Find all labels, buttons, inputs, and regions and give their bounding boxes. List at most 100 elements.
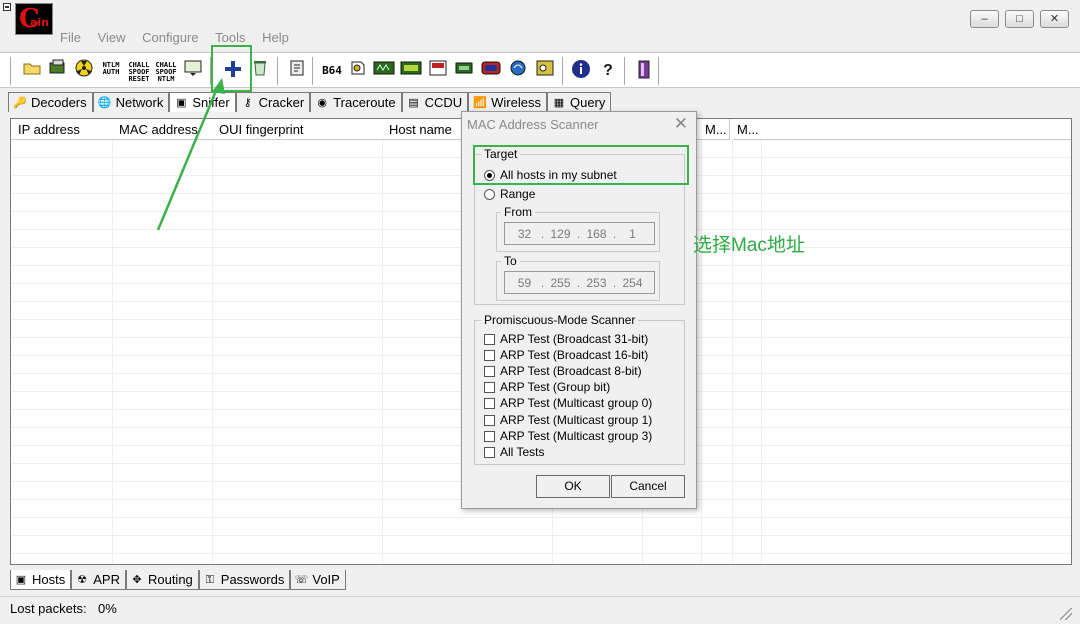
checkbox-icon	[484, 397, 495, 409]
tab-routing[interactable]: ✥ Routing	[125, 570, 199, 590]
start-apr-icon[interactable]	[72, 59, 96, 83]
tab-apr[interactable]: ☢ APR	[71, 570, 126, 590]
ntlm-auth-icon[interactable]: NTLM AUTH	[99, 59, 123, 83]
lsa-secrets-icon[interactable]	[346, 59, 370, 83]
ip-octet: 255	[550, 275, 571, 290]
rdp-icon[interactable]	[399, 59, 423, 83]
tab-label: Network	[115, 95, 164, 110]
ccdu-icon: ▤	[408, 96, 419, 109]
tab-hosts[interactable]: ▣ Hosts	[10, 570, 72, 590]
chall-spoof-reset-icon[interactable]: CHALL SPOOF RESET	[127, 59, 151, 83]
network-card-icon[interactable]	[452, 59, 476, 83]
open-folder-icon[interactable]	[20, 59, 44, 83]
all-tests-checkbox[interactable]: All Tests	[484, 445, 544, 459]
to-label: To	[501, 254, 520, 268]
ip-octet: 253	[586, 275, 607, 290]
resize-grip-icon[interactable]	[1060, 608, 1072, 620]
minimize-button[interactable]: ‒	[970, 10, 999, 28]
tab-label: Wireless	[491, 95, 541, 110]
help-icon[interactable]: ?	[596, 59, 620, 83]
checkbox-icon	[484, 381, 495, 393]
lost-packets-label: Lost packets:	[10, 601, 87, 616]
base64-icon[interactable]: B64	[320, 59, 344, 83]
lost-packets-value: 0%	[98, 601, 117, 616]
tab-label: APR	[93, 572, 120, 587]
menu-file[interactable]: File	[60, 30, 81, 45]
password-icon[interactable]	[533, 59, 557, 83]
grid-line	[701, 140, 702, 564]
tab-network[interactable]: 🌐 Network	[92, 92, 170, 112]
chall-spoof-ntlm-icon[interactable]: CHALL SPOOF NTLM	[154, 59, 178, 83]
arp-test-broadcast-8-checkbox[interactable]: ARP Test (Broadcast 8-bit)	[484, 364, 642, 378]
ip-octet: 168	[586, 226, 607, 241]
system-menu-icon[interactable]	[3, 3, 11, 11]
range-radio[interactable]: Range	[484, 187, 535, 201]
toolbar-separator	[658, 57, 660, 85]
status-bar: Lost packets: 0%	[0, 596, 1080, 624]
ip-octet: 1	[629, 226, 636, 241]
tab-ccdu[interactable]: ▤ CCDU	[401, 92, 469, 112]
tab-traceroute[interactable]: ◉ Traceroute	[310, 92, 402, 112]
column-mac-address[interactable]: MAC address	[112, 119, 213, 140]
sniffer-icon: ▣	[176, 96, 187, 109]
grid-line	[11, 535, 1071, 536]
test-label: All Tests	[500, 445, 545, 459]
grid-line	[212, 140, 213, 564]
maximize-button[interactable]: □	[1005, 10, 1034, 28]
arp-test-broadcast-31-checkbox[interactable]: ARP Test (Broadcast 31-bit)	[484, 332, 648, 346]
ok-button[interactable]: OK	[536, 475, 610, 498]
menu-view[interactable]: View	[98, 30, 126, 45]
checkbox-icon	[484, 430, 495, 442]
ip-octet: 254	[622, 275, 643, 290]
column-ip-address[interactable]: IP address	[11, 119, 113, 140]
column-m1[interactable]: M...	[701, 119, 730, 140]
menu-help[interactable]: Help	[262, 30, 289, 45]
tab-label: VoIP	[312, 572, 340, 587]
ip-octet: 32	[517, 226, 532, 241]
exit-icon[interactable]	[632, 59, 656, 83]
arp-test-multicast-3-checkbox[interactable]: ARP Test (Multicast group 3)	[484, 429, 652, 443]
arp-test-group-bit-checkbox[interactable]: ARP Test (Group bit)	[484, 380, 610, 394]
cancel-button[interactable]: Cancel	[611, 475, 685, 498]
tab-label: Passwords	[220, 572, 285, 587]
from-ip-field: 32. 129. 168. 1	[504, 222, 655, 245]
tab-query[interactable]: ▦ Query	[546, 92, 612, 112]
checkbox-icon	[484, 365, 495, 377]
dialup-icon[interactable]	[372, 59, 396, 83]
from-group: From 32. 129. 168. 1	[496, 205, 660, 252]
tab-label: Traceroute	[333, 95, 396, 110]
promiscuous-group-title: Promiscuous-Mode Scanner	[481, 313, 639, 327]
tab-label: Cracker	[258, 95, 305, 110]
column-filler	[761, 119, 1071, 140]
tab-voip[interactable]: ☏ VoIP	[290, 570, 346, 590]
test-label: ARP Test (Multicast group 1)	[500, 413, 653, 427]
column-oui-fingerprint[interactable]: OUI fingerprint	[212, 119, 383, 140]
dialog-close-icon[interactable]: ✕	[674, 114, 688, 134]
ip-icon[interactable]	[426, 59, 450, 83]
start-sniffer-icon[interactable]	[46, 59, 70, 83]
column-m2[interactable]: M...	[733, 119, 762, 140]
arp-test-broadcast-16-checkbox[interactable]: ARP Test (Broadcast 16-bit)	[484, 348, 648, 362]
tab-wireless[interactable]: 📶 Wireless	[468, 92, 547, 112]
ip-octet: 129	[550, 226, 571, 241]
menu-tools[interactable]: Tools	[215, 30, 245, 45]
tab-sniffer[interactable]: ▣ Sniffer	[169, 92, 236, 112]
tab-cracker[interactable]: ⚷ Cracker	[235, 92, 311, 112]
wireless-scanner-icon[interactable]	[506, 59, 530, 83]
info-icon[interactable]	[569, 59, 593, 83]
dialog-title: MAC Address Scanner	[467, 117, 599, 132]
cisco-icon[interactable]	[479, 59, 503, 83]
menu-configure[interactable]: Configure	[142, 30, 198, 45]
grid-line	[11, 553, 1071, 554]
arp-test-multicast-0-checkbox[interactable]: ARP Test (Multicast group 0)	[484, 396, 652, 410]
apr-radiation-icon: ☢	[77, 573, 88, 586]
tab-passwords[interactable]: ⚿ Passwords	[198, 570, 291, 590]
query-icon: ▦	[553, 96, 565, 109]
certificate-collector-icon[interactable]	[181, 59, 205, 83]
close-button[interactable]: ✕	[1040, 10, 1069, 28]
hash-calculator-icon[interactable]	[285, 59, 309, 83]
ip-dot: .	[612, 275, 617, 290]
arp-test-multicast-1-checkbox[interactable]: ARP Test (Multicast group 1)	[484, 413, 652, 427]
tab-decoders[interactable]: 🔑 Decoders	[8, 92, 93, 112]
test-label: ARP Test (Multicast group 3)	[500, 429, 653, 443]
